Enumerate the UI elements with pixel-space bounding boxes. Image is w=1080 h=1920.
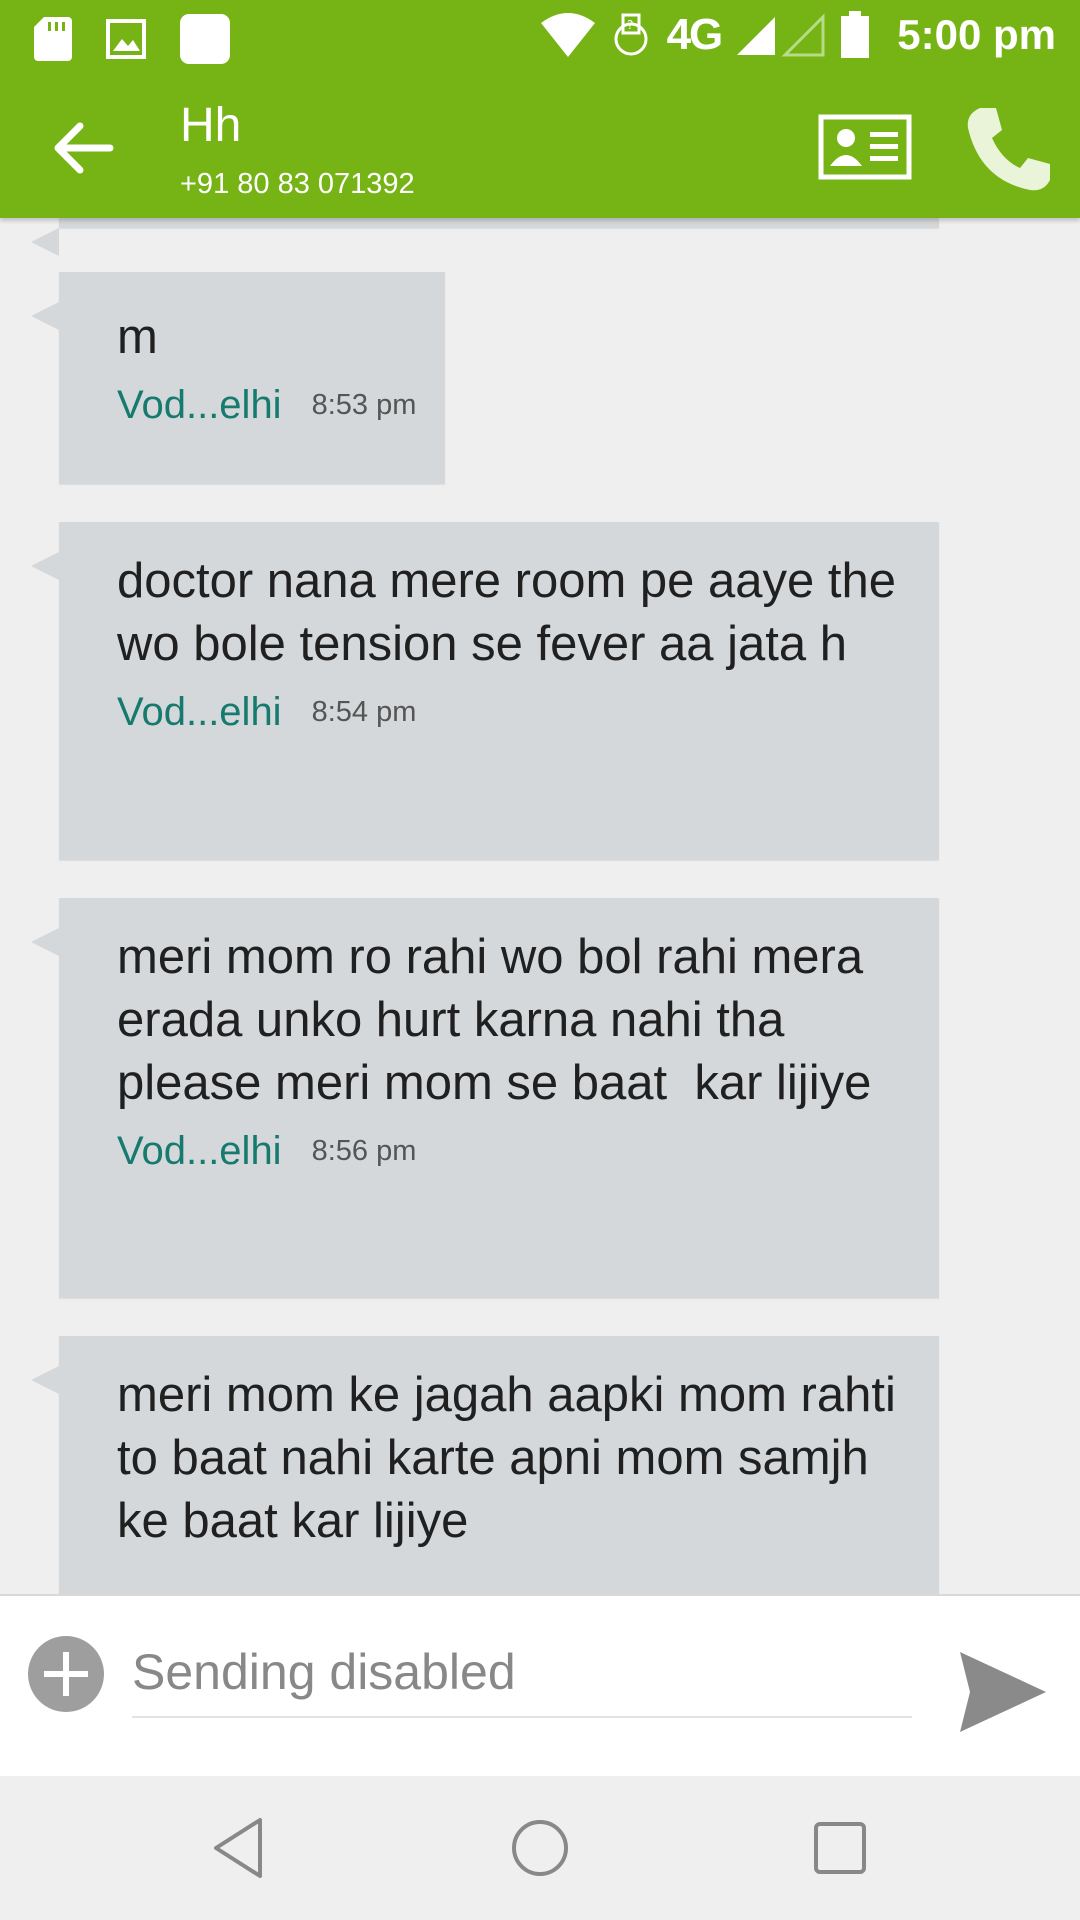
svg-text:?: ? bbox=[627, 18, 633, 32]
view-contact-button[interactable] bbox=[818, 114, 912, 180]
nav-back-button[interactable] bbox=[204, 1812, 276, 1884]
message-input[interactable] bbox=[132, 1636, 912, 1708]
add-attachment-button[interactable] bbox=[28, 1636, 104, 1712]
message-bubble[interactable]: meri mom ke jagah aapki mom rahti to baa… bbox=[31, 1336, 939, 1594]
compose-bar bbox=[0, 1594, 1080, 1778]
nav-home-button[interactable] bbox=[504, 1812, 576, 1884]
nav-recents-icon bbox=[814, 1822, 866, 1874]
wifi-icon bbox=[540, 13, 595, 57]
message-text: m bbox=[117, 310, 158, 364]
system-nav-bar bbox=[0, 1776, 1080, 1920]
message-time: 8:56 pm bbox=[311, 1135, 417, 1167]
message-time: 8:53 pm bbox=[311, 389, 417, 421]
call-button[interactable] bbox=[960, 102, 1056, 198]
message-thread[interactable]: m Vod...elhi 8:53 pm doctor nana mere ro… bbox=[0, 218, 1080, 1594]
clock: 5:00 pm bbox=[897, 11, 1056, 58]
nav-recents-button[interactable] bbox=[804, 1812, 876, 1884]
back-arrow-icon bbox=[54, 122, 114, 174]
phone-icon bbox=[967, 108, 1050, 191]
nav-back-icon bbox=[214, 1818, 262, 1878]
data-transfer-icon: ? bbox=[614, 13, 648, 56]
send-icon bbox=[960, 1652, 1046, 1732]
message-text: doctor nana mere room pe aaye the wo bol… bbox=[117, 554, 897, 671]
network-type: 4G bbox=[666, 10, 724, 59]
nav-home-icon bbox=[512, 1820, 568, 1876]
app-square-icon bbox=[180, 14, 230, 64]
add-attachment-icon bbox=[44, 1652, 88, 1696]
battery-icon bbox=[841, 11, 870, 58]
back-button[interactable] bbox=[50, 118, 116, 178]
message-text: meri mom ke jagah aapki mom rahti to baa… bbox=[117, 1368, 896, 1548]
contact-number: +91 80 83 071392 bbox=[180, 168, 415, 200]
message-sender: Vod...elhi bbox=[117, 1129, 282, 1173]
message-bubble[interactable]: doctor nana mere room pe aaye the wo bol… bbox=[31, 522, 939, 860]
input-underline bbox=[132, 1716, 912, 1718]
signal-icon bbox=[737, 13, 825, 57]
message-text: meri mom ro rahi wo bol rahi mera erada … bbox=[117, 930, 877, 1110]
conversation-header: Hh +91 80 83 071392 bbox=[0, 76, 1080, 218]
contact-card-icon bbox=[818, 114, 912, 180]
contact-name: Hh bbox=[180, 99, 242, 152]
message-sender: Vod...elhi bbox=[117, 383, 282, 427]
message-time: 8:54 pm bbox=[311, 696, 417, 728]
image-icon bbox=[106, 19, 146, 59]
partial-message-bubble bbox=[31, 218, 939, 256]
sd-card-icon bbox=[34, 17, 72, 61]
status-bar: ? 4G 5:00 pm bbox=[0, 0, 1080, 76]
message-sender: Vod...elhi bbox=[117, 690, 282, 734]
message-bubble[interactable]: meri mom ro rahi wo bol rahi mera erada … bbox=[31, 898, 939, 1298]
send-button[interactable] bbox=[958, 1650, 1048, 1734]
message-bubble[interactable]: m Vod...elhi 8:53 pm bbox=[31, 272, 445, 484]
